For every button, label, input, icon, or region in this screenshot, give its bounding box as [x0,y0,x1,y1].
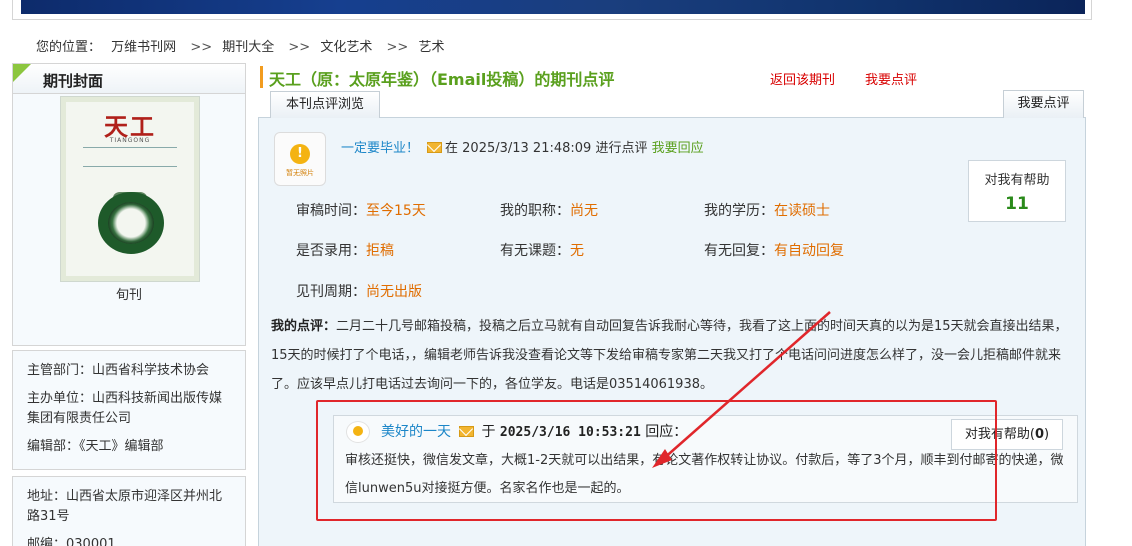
annotation-arrow-head [652,449,672,468]
annotation-arrow [652,311,831,468]
annotation-arrow-line [661,311,831,461]
